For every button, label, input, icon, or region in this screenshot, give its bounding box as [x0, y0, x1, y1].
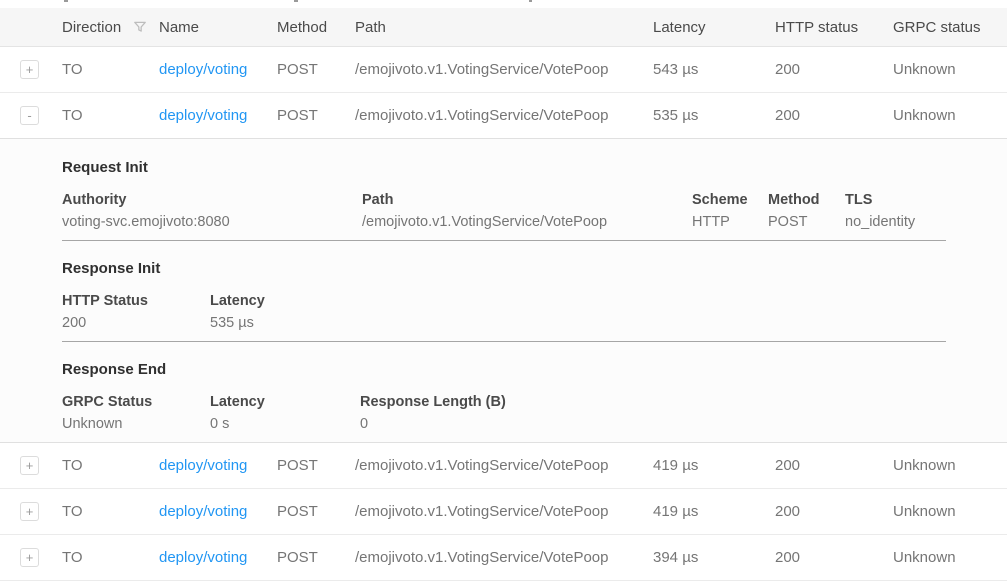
field-label: Authority — [62, 192, 346, 208]
tls-field: TLS no_identity — [845, 192, 946, 230]
direction-cell: TO — [62, 549, 159, 566]
table-row: + TO deploy/voting POST /emojivoto.v1.Vo… — [0, 47, 1007, 93]
field-label: Latency — [210, 293, 946, 309]
request-init-section: Request Init Authority voting-svc.emojiv… — [62, 159, 946, 241]
grpc-status-cell: Unknown — [893, 549, 1007, 566]
field-value: /emojivoto.v1.VotingService/VotePoop — [362, 214, 676, 230]
direction-cell: TO — [62, 457, 159, 474]
field-label: Scheme — [692, 192, 752, 208]
table-row: + TO deploy/voting POST /emojivoto.v1.Vo… — [0, 535, 1007, 581]
response-init-section: Response Init HTTP Status 200 Latency 53… — [62, 241, 946, 342]
expand-row-button[interactable]: + — [20, 548, 39, 567]
column-header-latency: Latency — [653, 19, 775, 36]
method-cell: POST — [277, 549, 355, 566]
resource-link[interactable]: deploy/voting — [159, 61, 247, 78]
column-header-name: Name — [159, 19, 277, 36]
authority-field: Authority voting-svc.emojivoto:8080 — [62, 192, 362, 230]
method-cell: POST — [277, 61, 355, 78]
latency-cell: 543 µs — [653, 61, 775, 78]
http-status-cell: 200 — [775, 61, 893, 78]
path-cell: /emojivoto.v1.VotingService/VotePoop — [355, 549, 653, 566]
column-header-path: Path — [355, 19, 653, 36]
table-header-row: Direction Name Method Path Latency HTTP … — [0, 8, 1007, 47]
latency-field: Latency 0 s — [210, 394, 360, 432]
field-label: Method — [768, 192, 829, 208]
clipped-text-fragment — [529, 0, 532, 2]
method-cell: POST — [277, 503, 355, 520]
field-value: 535 µs — [210, 315, 946, 331]
table-row-expanded: - TO deploy/voting POST /emojivoto.v1.Vo… — [0, 93, 1007, 139]
path-cell: /emojivoto.v1.VotingService/VotePoop — [355, 457, 653, 474]
expand-row-button[interactable]: + — [20, 502, 39, 521]
clipped-text-fragment — [64, 0, 68, 2]
grpc-status-cell: Unknown — [893, 61, 1007, 78]
resource-link[interactable]: deploy/voting — [159, 503, 247, 520]
direction-cell: TO — [62, 61, 159, 78]
grpc-status-cell: Unknown — [893, 503, 1007, 520]
field-label: Response Length (B) — [360, 394, 946, 410]
method-cell: POST — [277, 457, 355, 474]
http-status-cell: 200 — [775, 549, 893, 566]
collapse-row-button[interactable]: - — [20, 106, 39, 125]
request-init-title: Request Init — [62, 159, 946, 176]
column-header-http-status: HTTP status — [775, 19, 893, 36]
latency-cell: 419 µs — [653, 503, 775, 520]
scheme-field: Scheme HTTP — [692, 192, 768, 230]
response-length-field: Response Length (B) 0 — [360, 394, 946, 432]
response-end-section: Response End GRPC Status Unknown Latency… — [62, 342, 946, 432]
field-value: 0 — [360, 416, 946, 432]
field-value: no_identity — [845, 214, 946, 230]
response-end-title: Response End — [62, 361, 946, 378]
grpc-status-cell: Unknown — [893, 107, 1007, 124]
path-cell: /emojivoto.v1.VotingService/VotePoop — [355, 503, 653, 520]
field-value: 0 s — [210, 416, 344, 432]
method-field: Method POST — [768, 192, 845, 230]
direction-cell: TO — [62, 107, 159, 124]
resource-link[interactable]: deploy/voting — [159, 549, 247, 566]
field-value: voting-svc.emojivoto:8080 — [62, 214, 346, 230]
column-header-grpc-status: GRPC status — [893, 19, 1007, 36]
response-init-title: Response Init — [62, 260, 946, 277]
resource-link[interactable]: deploy/voting — [159, 457, 247, 474]
request-detail-panel: Request Init Authority voting-svc.emojiv… — [0, 139, 1007, 443]
column-header-method: Method — [277, 19, 355, 36]
grpc-status-cell: Unknown — [893, 457, 1007, 474]
clipped-top-strip — [0, 0, 1007, 8]
http-status-cell: 200 — [775, 107, 893, 124]
expand-row-button[interactable]: + — [20, 60, 39, 79]
latency-cell: 535 µs — [653, 107, 775, 124]
field-value: HTTP — [692, 214, 752, 230]
expand-row-button[interactable]: + — [20, 456, 39, 475]
direction-header-label: Direction — [62, 19, 121, 36]
grpc-status-field: GRPC Status Unknown — [62, 394, 210, 432]
http-status-field: HTTP Status 200 — [62, 293, 210, 331]
field-label: GRPC Status — [62, 394, 194, 410]
clipped-text-fragment — [294, 0, 298, 2]
field-label: Path — [362, 192, 676, 208]
resource-link[interactable]: deploy/voting — [159, 107, 247, 124]
field-value: 200 — [62, 315, 194, 331]
method-cell: POST — [277, 107, 355, 124]
http-status-cell: 200 — [775, 457, 893, 474]
field-label: Latency — [210, 394, 344, 410]
http-status-cell: 200 — [775, 503, 893, 520]
field-value: POST — [768, 214, 829, 230]
path-cell: /emojivoto.v1.VotingService/VotePoop — [355, 61, 653, 78]
filter-funnel-icon[interactable] — [133, 20, 147, 34]
table-row: + TO deploy/voting POST /emojivoto.v1.Vo… — [0, 443, 1007, 489]
field-label: HTTP Status — [62, 293, 194, 309]
direction-cell: TO — [62, 503, 159, 520]
table-row: + TO deploy/voting POST /emojivoto.v1.Vo… — [0, 489, 1007, 535]
field-label: TLS — [845, 192, 946, 208]
path-cell: /emojivoto.v1.VotingService/VotePoop — [355, 107, 653, 124]
latency-cell: 419 µs — [653, 457, 775, 474]
path-field: Path /emojivoto.v1.VotingService/VotePoo… — [362, 192, 692, 230]
field-value: Unknown — [62, 416, 194, 432]
column-header-direction: Direction — [62, 19, 159, 36]
latency-cell: 394 µs — [653, 549, 775, 566]
latency-field: Latency 535 µs — [210, 293, 946, 331]
